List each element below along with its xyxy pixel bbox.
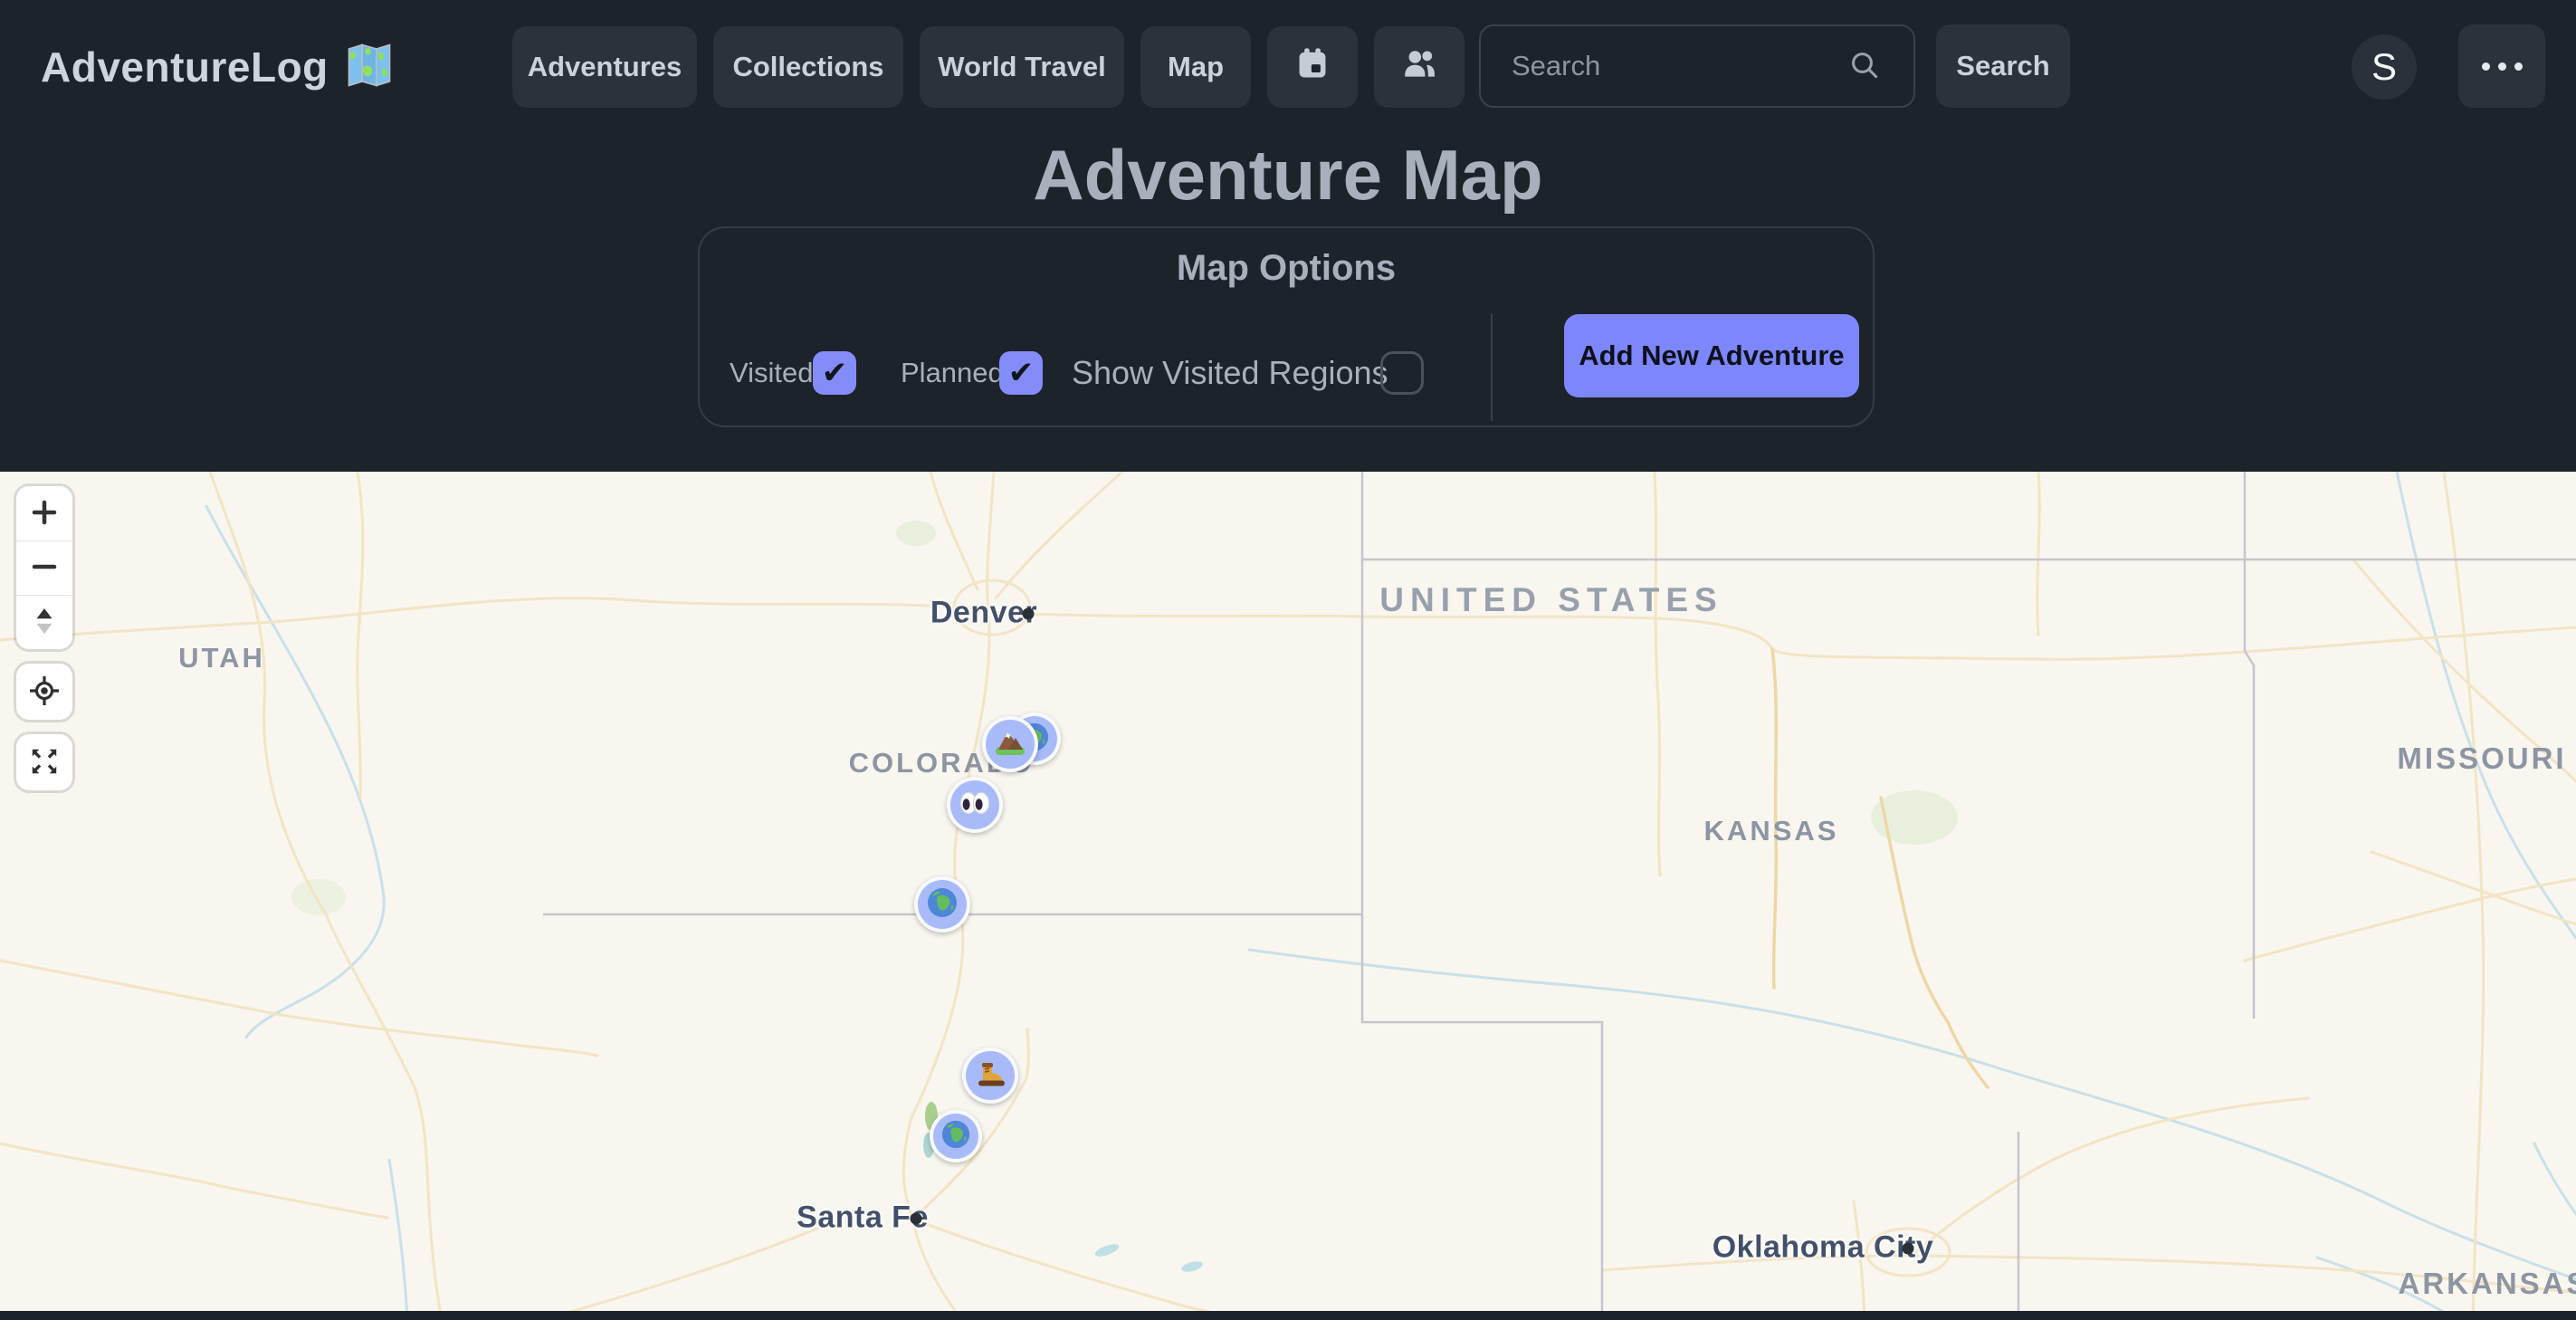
map-marker-boot[interactable] <box>962 1047 1018 1104</box>
minus-icon <box>31 553 58 583</box>
city-dot <box>1903 1243 1914 1255</box>
show-visited-regions-checkbox[interactable] <box>1380 351 1424 395</box>
compass-icon <box>31 606 58 639</box>
app-logo-text: AdventureLog <box>41 43 329 91</box>
search-button-label: Search <box>1956 50 2049 82</box>
map-basemap <box>0 472 2576 1320</box>
nav-world-travel-label: World Travel <box>938 51 1106 83</box>
country-label: UNITED STATES <box>1379 581 1722 619</box>
calendar-button[interactable] <box>1267 26 1358 108</box>
nav-world-travel[interactable]: World Travel <box>920 26 1124 108</box>
state-label-kansas: KANSAS <box>1704 815 1839 847</box>
eyes-emoji-icon <box>959 787 991 824</box>
map-marker-eyes[interactable] <box>947 777 1003 833</box>
zoom-in-button[interactable] <box>16 486 72 540</box>
users-button[interactable] <box>1374 26 1465 108</box>
adventurelog-app: AdventureLog Adventures Collections <box>0 0 2576 1320</box>
compass-pitch-button[interactable] <box>16 595 72 649</box>
city-label-denver: Denver <box>930 596 1037 631</box>
nav-map-label: Map <box>1168 51 1224 83</box>
city-dot <box>1023 608 1035 620</box>
city-dot <box>911 1213 922 1225</box>
check-icon: ✔ <box>822 358 848 388</box>
boot-emoji-icon <box>974 1057 1007 1095</box>
app-logo[interactable]: AdventureLog <box>41 0 394 134</box>
map-marker-globe[interactable] <box>930 1110 982 1162</box>
planned-checkbox[interactable]: ✔ <box>999 351 1043 395</box>
nav-map[interactable]: Map <box>1140 26 1251 108</box>
options-divider <box>1491 314 1493 421</box>
map-marker-mountain[interactable] <box>982 716 1038 772</box>
plus-icon <box>31 499 58 529</box>
mountain-emoji-icon <box>994 726 1026 763</box>
nav-adventures[interactable]: Adventures <box>512 26 697 108</box>
search-button[interactable]: Search <box>1936 24 2070 108</box>
map-options-title: Map Options <box>700 248 1873 289</box>
users-icon <box>1400 44 1438 90</box>
navbar: AdventureLog Adventures Collections <box>0 0 2576 134</box>
ellipsis-icon <box>2482 62 2523 71</box>
map-zoom-controls <box>16 486 72 649</box>
fullscreen-button[interactable] <box>16 734 72 790</box>
visited-label: Visited <box>730 357 814 389</box>
add-new-adventure-button[interactable]: Add New Adventure <box>1564 314 1859 397</box>
globe-emoji-icon <box>940 1119 971 1154</box>
globe-emoji-icon <box>926 886 959 923</box>
planned-label: Planned <box>901 357 1004 389</box>
geolocate-icon <box>28 674 61 710</box>
map-marker-globe[interactable] <box>914 876 970 933</box>
state-label-arkansas: ARKANSAS <box>2398 1267 2576 1301</box>
avatar-initial: S <box>2371 45 2397 89</box>
city-label-oklahoma-city: Oklahoma City <box>1713 1230 1934 1266</box>
geolocate-button[interactable] <box>16 664 72 720</box>
page-bottom-edge <box>0 1311 2576 1320</box>
map-emoji-icon <box>345 41 394 94</box>
state-label-missouri: MISSOURI <box>2397 741 2566 776</box>
state-label-utah: UTAH <box>178 642 265 674</box>
nav-collections-label: Collections <box>732 51 883 83</box>
calendar-icon <box>1294 45 1331 89</box>
show-visited-regions-label: Show Visited Regions <box>1072 354 1388 392</box>
visited-checkbox[interactable]: ✔ <box>813 351 856 395</box>
search-icon <box>1846 47 1884 90</box>
more-button[interactable] <box>2458 24 2545 108</box>
nav-adventures-label: Adventures <box>528 51 682 83</box>
map-canvas[interactable]: UNITED STATES UTAH COLORADO KANSAS MISSO… <box>0 472 2576 1320</box>
nav-collections[interactable]: Collections <box>713 26 903 108</box>
page-title: Adventure Map <box>0 134 2576 216</box>
check-icon: ✔ <box>1008 358 1035 388</box>
city-label-santa-fe: Santa Fe <box>797 1200 929 1236</box>
map-options-card: Map Options Visited ✔ Planned ✔ Show Vis… <box>698 226 1875 427</box>
avatar[interactable]: S <box>2352 34 2417 100</box>
fullscreen-icon <box>29 746 60 780</box>
zoom-out-button[interactable] <box>16 540 72 595</box>
